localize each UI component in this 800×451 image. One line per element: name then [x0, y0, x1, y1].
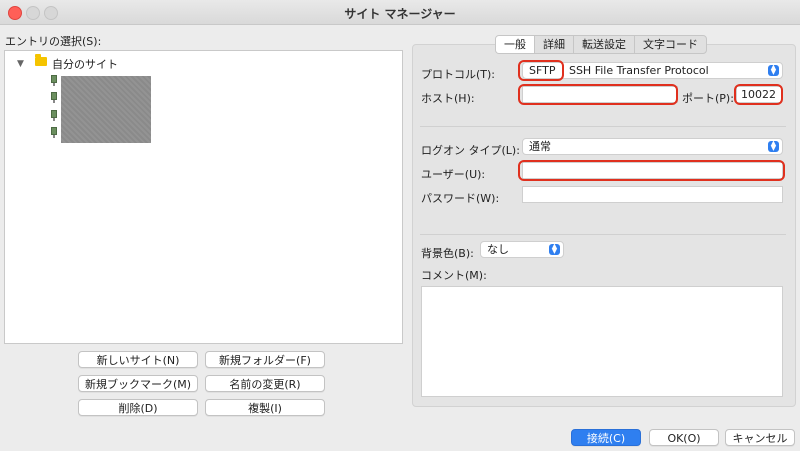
new-bookmark-button[interactable]: 新規ブックマーク(M) [78, 375, 198, 392]
settings-tabs: 一般 詳細 転送設定 文字コード [495, 35, 707, 54]
delete-button[interactable]: 削除(D) [78, 399, 198, 416]
protocol-name: SSH File Transfer Protocol [568, 64, 709, 77]
tab-advanced[interactable]: 詳細 [534, 36, 573, 53]
updown-chevron-icon: ▲ ▼ [768, 64, 779, 76]
site-manager-window: サイト マネージャー エントリの選択(S): ▼ 自分のサイト 新しいサイト(N… [0, 0, 800, 451]
server-icon [51, 127, 57, 138]
highlight-protocol [518, 60, 564, 81]
window-title: サイト マネージャー [344, 7, 456, 21]
separator [420, 126, 786, 127]
site-tree[interactable]: ▼ 自分のサイト [4, 50, 403, 344]
bg-color-select[interactable]: なし ▲ ▼ [480, 241, 564, 258]
highlight-user [518, 160, 785, 181]
bg-color-label: 背景色(B): [421, 247, 474, 260]
server-icon [51, 110, 57, 121]
tab-general[interactable]: 一般 [496, 36, 534, 53]
highlight-port [734, 84, 783, 105]
tab-transfer-settings[interactable]: 転送設定 [573, 36, 634, 53]
cancel-button[interactable]: キャンセル [725, 429, 795, 446]
server-icon [51, 75, 57, 86]
logon-type-select[interactable]: 通常 ▲ ▼ [522, 138, 783, 155]
highlight-host [518, 84, 678, 105]
ok-button[interactable]: OK(O) [649, 429, 719, 446]
user-label: ユーザー(U): [421, 168, 486, 181]
new-site-button[interactable]: 新しいサイト(N) [78, 351, 198, 368]
updown-chevron-icon: ▲ ▼ [768, 140, 779, 152]
folder-icon [35, 54, 47, 66]
updown-chevron-icon: ▲ ▼ [549, 243, 560, 255]
host-label: ホスト(H): [421, 92, 475, 105]
separator [420, 234, 786, 235]
logon-type-value: 通常 [529, 140, 551, 153]
password-input[interactable] [522, 186, 783, 203]
bg-color-value: なし [487, 243, 509, 256]
comment-label: コメント(M): [421, 269, 487, 282]
duplicate-button[interactable]: 複製(I) [205, 399, 325, 416]
titlebar: サイト マネージャー [0, 0, 800, 25]
protocol-label: プロトコル(T): [421, 68, 496, 81]
redacted-site-names [61, 76, 151, 143]
entry-select-label: エントリの選択(S): [5, 35, 102, 48]
port-label: ポート(P): [682, 92, 734, 105]
server-icon [51, 92, 57, 103]
rename-button[interactable]: 名前の変更(R) [205, 375, 325, 392]
comment-textarea[interactable] [421, 286, 783, 397]
new-folder-button[interactable]: 新規フォルダー(F) [205, 351, 325, 368]
tree-root-my-sites[interactable]: 自分のサイト [52, 56, 118, 72]
tab-charset[interactable]: 文字コード [634, 36, 706, 53]
connect-button[interactable]: 接続(C) [571, 429, 641, 446]
logon-type-label: ログオン タイプ(L): [421, 144, 520, 157]
password-label: パスワード(W): [421, 192, 500, 205]
tree-expand-arrow-icon[interactable]: ▼ [17, 59, 24, 69]
